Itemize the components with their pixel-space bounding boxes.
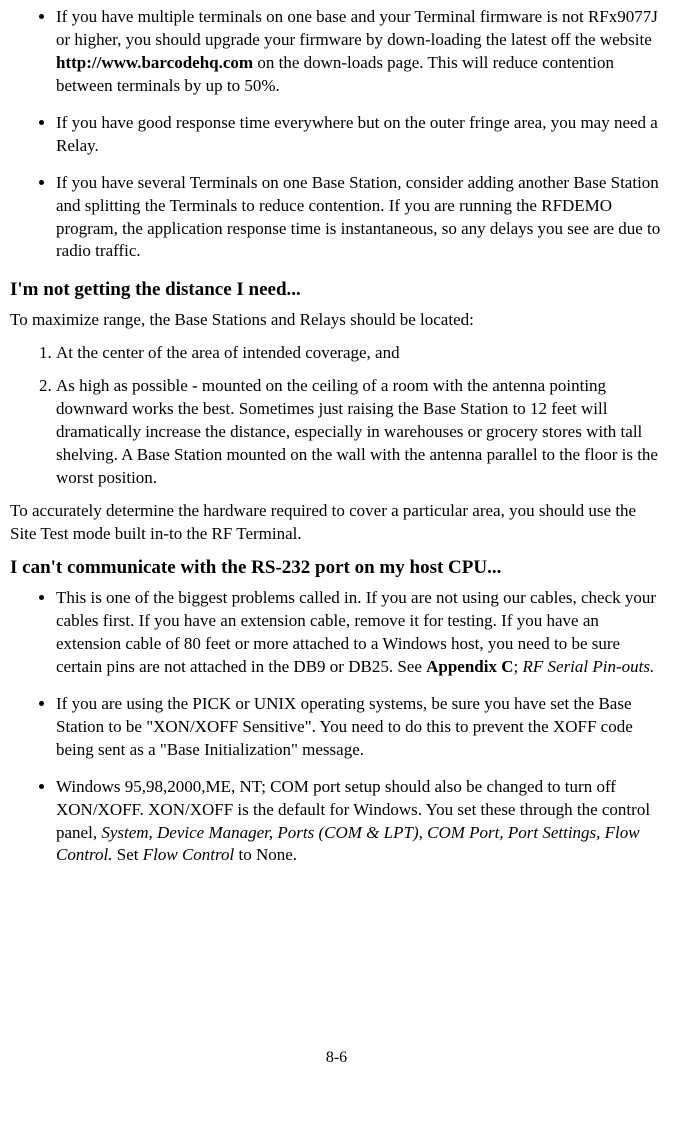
body-paragraph: To accurately determine the hardware req…: [10, 500, 663, 546]
body-text: If you have several Terminals on one Bas…: [56, 173, 660, 261]
list-item: At the center of the area of intended co…: [56, 342, 663, 365]
bullet-list-1: If you have multiple terminals on one ba…: [10, 6, 663, 263]
italic-text: RF Serial Pin-outs.: [523, 657, 655, 676]
bullet-list-2: This is one of the biggest problems call…: [10, 587, 663, 867]
body-text: If you are using the PICK or UNIX operat…: [56, 694, 633, 759]
body-text: At the center of the area of intended co…: [56, 343, 400, 362]
list-item: This is one of the biggest problems call…: [56, 587, 663, 679]
heading-distance: I'm not getting the distance I need...: [10, 277, 663, 303]
list-item: If you have several Terminals on one Bas…: [56, 172, 663, 264]
page-number: 8-6: [10, 1047, 663, 1069]
list-item: If you have multiple terminals on one ba…: [56, 6, 663, 98]
body-text: If you have multiple terminals on one ba…: [56, 7, 658, 49]
body-text: to None.: [234, 845, 297, 864]
url-text: http://www.barcodehq.com: [56, 53, 253, 72]
heading-rs232: I can't communicate with the RS-232 port…: [10, 555, 663, 581]
list-item: If you are using the PICK or UNIX operat…: [56, 693, 663, 762]
body-paragraph: To maximize range, the Base Stations and…: [10, 309, 663, 332]
appendix-ref: Appendix C: [426, 657, 513, 676]
numbered-list: At the center of the area of intended co…: [10, 342, 663, 490]
body-text: If you have good response time everywher…: [56, 113, 658, 155]
list-item: Windows 95,98,2000,ME, NT; COM port setu…: [56, 776, 663, 868]
body-text: As high as possible - mounted on the cei…: [56, 376, 658, 487]
body-text: ;: [514, 657, 523, 676]
list-item: If you have good response time everywher…: [56, 112, 663, 158]
body-text: Set: [113, 845, 143, 864]
italic-text: Flow Control: [143, 845, 234, 864]
list-item: As high as possible - mounted on the cei…: [56, 375, 663, 490]
